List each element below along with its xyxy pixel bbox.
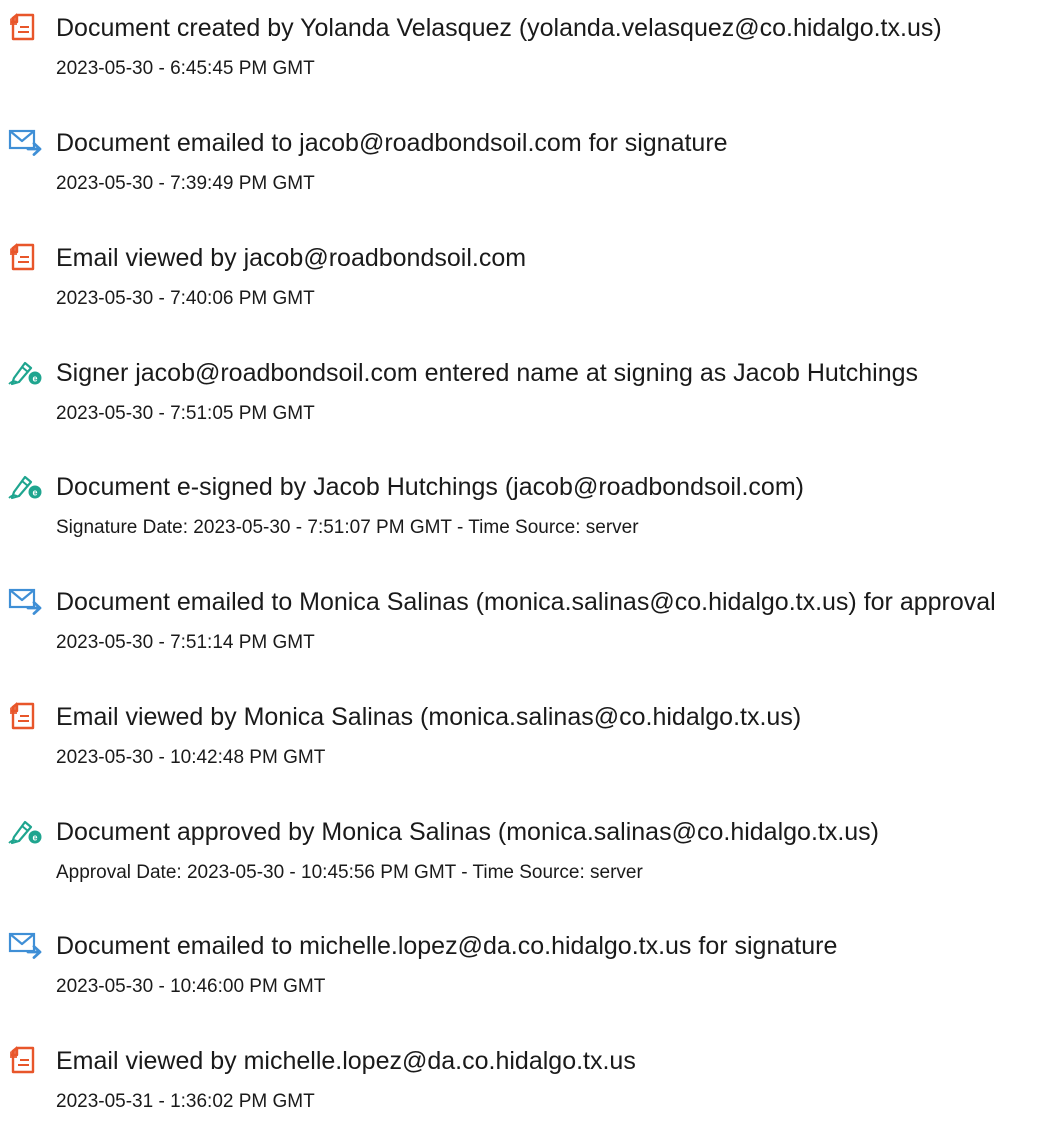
audit-event-name-entered: e Signer jacob@roadbondsoil.com entered … [0,345,1059,445]
audit-event-emailed-approval: Document emailed to Monica Salinas (moni… [0,574,1059,674]
audit-event-emailed: Document emailed to michelle.lopez@da.co… [0,918,1059,1018]
event-title: Document e-signed by Jacob Hutchings (ja… [56,473,804,501]
event-timestamp: 2023-05-30 - 7:51:14 PM GMT [56,632,315,653]
audit-event-esigned: e Document e-signed by Jacob Hutchings (… [0,459,1059,559]
event-timestamp: 2023-05-30 - 10:46:00 PM GMT [56,976,326,997]
event-title: Signer jacob@roadbondsoil.com entered na… [56,359,918,387]
esign-pen-icon: e [8,816,42,846]
event-timestamp: 2023-05-31 - 1:36:02 PM GMT [56,1091,315,1112]
event-title: Document emailed to michelle.lopez@da.co… [56,932,838,960]
document-icon [8,242,42,272]
esign-pen-icon: e [8,357,42,387]
event-timestamp: 2023-05-30 - 7:39:49 PM GMT [56,173,315,194]
audit-event-emailed: Document emailed to jacob@roadbondsoil.c… [0,115,1059,215]
esign-pen-icon: e [8,471,42,501]
audit-event-viewed: Email viewed by michelle.lopez@da.co.hid… [0,1033,1059,1133]
svg-text:e: e [32,488,37,498]
event-title: Document emailed to Monica Salinas (moni… [56,588,996,616]
event-title: Document approved by Monica Salinas (mon… [56,818,880,846]
event-timestamp: 2023-05-30 - 10:42:48 PM GMT [56,747,326,768]
audit-event-viewed: Email viewed by jacob@roadbondsoil.com 2… [0,230,1059,330]
audit-event-created: Document created by Yolanda Velasquez (y… [0,0,1059,100]
event-title: Email viewed by Monica Salinas (monica.s… [56,703,802,731]
event-timestamp: 2023-05-30 - 7:40:06 PM GMT [56,288,315,309]
audit-history-list: Document created by Yolanda Velasquez (y… [0,0,1059,1112]
audit-event-viewed: Email viewed by Monica Salinas (monica.s… [0,689,1059,789]
event-title: Email viewed by jacob@roadbondsoil.com [56,244,527,272]
svg-text:e: e [32,374,37,384]
email-sent-icon [8,930,42,960]
email-sent-icon [8,586,42,616]
svg-text:e: e [32,833,37,843]
document-icon [8,12,42,42]
event-signature-date: Signature Date: 2023-05-30 - 7:51:07 PM … [56,517,639,538]
email-sent-icon [8,127,42,157]
document-icon [8,701,42,731]
event-timestamp: 2023-05-30 - 6:45:45 PM GMT [56,58,315,79]
audit-event-approved: e Document approved by Monica Salinas (m… [0,804,1059,904]
document-icon [8,1045,42,1075]
event-timestamp: 2023-05-30 - 7:51:05 PM GMT [56,403,315,424]
event-title: Document emailed to jacob@roadbondsoil.c… [56,129,728,157]
event-approval-date: Approval Date: 2023-05-30 - 10:45:56 PM … [56,862,643,883]
event-title: Email viewed by michelle.lopez@da.co.hid… [56,1047,636,1075]
event-title: Document created by Yolanda Velasquez (y… [56,14,942,42]
